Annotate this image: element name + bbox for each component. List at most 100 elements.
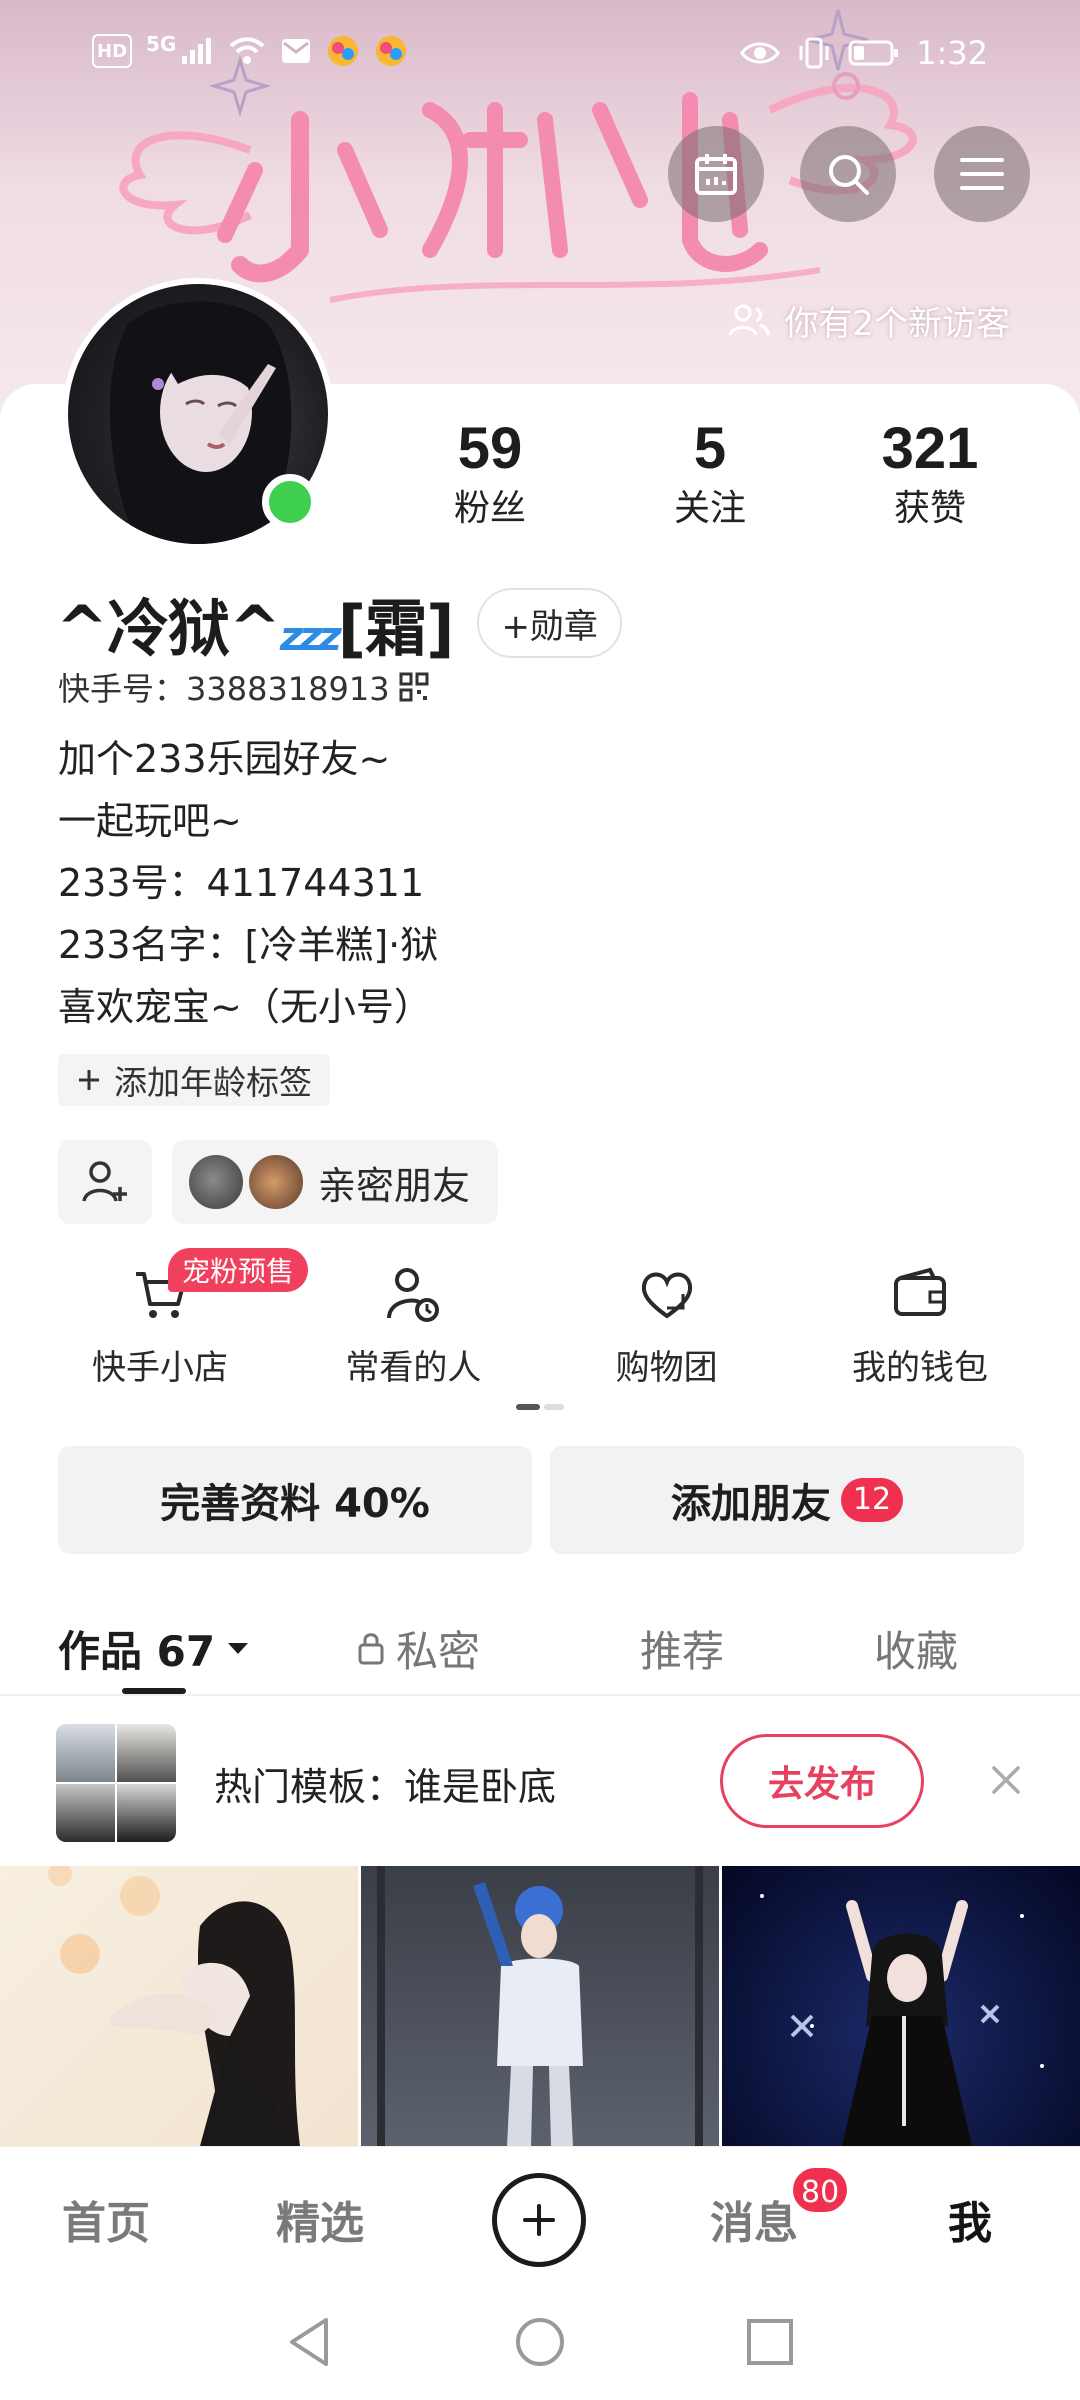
stats-row: 59 粉丝 5 关注 321 获赞 xyxy=(390,414,1030,534)
kuaishou-id-text: 快手号：3388318913 xyxy=(58,670,390,708)
work-thumbnail-art xyxy=(760,1894,1044,2146)
stat-value: 321 xyxy=(881,416,979,481)
tool-label: 我的钱包 xyxy=(851,1348,988,1388)
work-thumbnail[interactable] xyxy=(0,1866,358,2146)
nav-me[interactable]: 我 xyxy=(948,2187,992,2251)
work-thumbnail-art xyxy=(48,1866,300,2146)
tab-works[interactable]: 作品 67 xyxy=(58,1600,251,1696)
add-badge-button[interactable]: +勋章 xyxy=(477,588,622,658)
bottom-nav: 首页 精选 消息 80 我 xyxy=(0,2146,1080,2286)
calendar-button[interactable] xyxy=(668,126,764,222)
nav-featured[interactable]: 精选 xyxy=(276,2187,364,2251)
stat-label: 关注 xyxy=(673,488,746,529)
recents-square-icon[interactable] xyxy=(740,2312,800,2372)
nav-home[interactable]: 首页 xyxy=(62,2187,150,2251)
intimate-friends-button[interactable]: 亲密朋友 xyxy=(172,1140,499,1224)
home-circle-icon[interactable] xyxy=(510,2312,570,2372)
tool-shopping-group[interactable]: 购物团 xyxy=(547,1264,787,1389)
age-tag-label: 添加年龄标签 xyxy=(114,1063,312,1102)
clock: 1:32 xyxy=(916,34,988,72)
person-clock-icon xyxy=(387,1268,440,1322)
complete-profile-button[interactable]: 完善资料 40% xyxy=(58,1446,532,1554)
action-row: 完善资料 40% 添加朋友 12 xyxy=(58,1446,1024,1554)
menu-button[interactable] xyxy=(934,126,1030,222)
add-friends-button[interactable]: 添加朋友 12 xyxy=(550,1446,1024,1554)
signal-icon xyxy=(182,38,212,64)
app-icon-two xyxy=(376,36,407,66)
tool-kuaishou-shop[interactable]: 宠粉预售 快手小店 xyxy=(40,1248,309,1389)
battery-icon xyxy=(848,40,899,66)
tools-page-indicator xyxy=(516,1404,564,1410)
tools-row: 宠粉预售 快手小店 常看的人 购物团 我的钱包 xyxy=(40,1248,1040,1389)
complete-profile-label: 完善资料 40% xyxy=(160,1481,430,1527)
visitors-icon xyxy=(728,304,770,336)
kuaishou-id[interactable]: 快手号：3388318913 xyxy=(58,664,430,710)
stat-label: 获赞 xyxy=(893,488,966,529)
tool-frequent-people[interactable]: 常看的人 xyxy=(293,1264,533,1389)
tab-label: 推荐 xyxy=(640,1626,725,1676)
stat-value: 59 xyxy=(457,416,523,481)
add-friends-label: 添加朋友 xyxy=(670,1481,831,1527)
status-bar: HD 5G 1:32 xyxy=(0,0,1080,110)
stat-label: 粉丝 xyxy=(453,488,526,529)
tool-label: 快手小店 xyxy=(92,1348,228,1388)
intimate-friends-label: 亲密朋友 xyxy=(318,1163,471,1208)
bio-line: 233号：411744311 xyxy=(58,861,425,905)
wallet-icon xyxy=(893,1267,946,1316)
tool-label: 购物团 xyxy=(615,1348,718,1388)
work-thumbnail-art xyxy=(377,1866,703,2146)
heart-bag-icon xyxy=(641,1272,692,1319)
plus-icon xyxy=(79,1070,99,1090)
online-status-dot xyxy=(262,474,318,530)
tab-private[interactable]: 私密 xyxy=(356,1600,480,1696)
sleep-emoji: zzz xyxy=(279,614,342,660)
app-icon-one xyxy=(328,36,359,66)
tab-label: 收藏 xyxy=(874,1626,959,1676)
active-tab-indicator xyxy=(122,1688,186,1694)
back-icon[interactable] xyxy=(280,2312,340,2372)
tab-recommend[interactable]: 推荐 xyxy=(640,1600,724,1696)
close-icon[interactable] xyxy=(986,1760,1026,1800)
tab-label: 作品 67 xyxy=(58,1626,216,1676)
hot-template-bar[interactable]: 热门模板：谁是卧底 去发布 xyxy=(0,1700,1080,1866)
search-button[interactable] xyxy=(800,126,896,222)
search-icon xyxy=(829,155,869,195)
add-friends-count: 12 xyxy=(840,1478,904,1522)
tool-label: 常看的人 xyxy=(345,1348,482,1388)
content-tabs: 作品 67 私密 推荐 收藏 xyxy=(0,1600,1080,1696)
visitor-text: 你有2个新访客 xyxy=(784,304,1010,344)
bio: 加个233乐园好友~ 一起玩吧~ 233号：411744311 233名字：[冷… xyxy=(58,728,438,1038)
work-thumbnail[interactable] xyxy=(722,1866,1080,2146)
system-navigation-bar xyxy=(0,2286,1080,2400)
create-post-button[interactable] xyxy=(492,2173,586,2267)
message-icon xyxy=(282,39,311,63)
add-age-tag-button[interactable]: 添加年龄标签 xyxy=(58,1054,330,1106)
bio-line: 加个233乐园好友~ xyxy=(58,737,391,781)
tab-label: 私密 xyxy=(396,1626,481,1676)
tab-favorites[interactable]: 收藏 xyxy=(874,1600,958,1696)
hd-indicator: HD xyxy=(92,34,133,68)
hamburger-icon xyxy=(960,158,1004,190)
add-friend-button[interactable] xyxy=(58,1140,152,1224)
template-thumbnail xyxy=(56,1724,176,1842)
vibrate-icon xyxy=(799,37,829,69)
work-thumbnail[interactable] xyxy=(361,1866,719,2146)
bio-line: 喜欢宠宝~（无小号） xyxy=(58,985,432,1029)
user-name: ^冷狱^zzz[霜] xyxy=(56,578,455,668)
lock-icon xyxy=(358,1633,384,1665)
message-count-badge: 80 xyxy=(790,2165,851,2215)
friend-avatar xyxy=(246,1152,306,1212)
bio-line: 233名字：[冷羊糕]·狱 xyxy=(58,923,439,967)
nav-messages[interactable]: 消息 xyxy=(710,2187,798,2251)
user-name-suffix: [霜] xyxy=(337,592,455,665)
new-visitors-link[interactable]: 你有2个新访客 xyxy=(728,296,1010,345)
stat-likes[interactable]: 321 获赞 xyxy=(830,414,1030,534)
caret-down-icon xyxy=(228,1643,249,1654)
tool-my-wallet[interactable]: 我的钱包 xyxy=(800,1264,1040,1389)
eye-icon xyxy=(740,42,780,64)
calendar-icon xyxy=(695,154,737,195)
status-left: HD 5G xyxy=(92,32,408,68)
stat-following[interactable]: 5 关注 xyxy=(610,414,810,534)
stat-fans[interactable]: 59 粉丝 xyxy=(390,414,590,534)
publish-button[interactable]: 去发布 xyxy=(720,1734,924,1828)
